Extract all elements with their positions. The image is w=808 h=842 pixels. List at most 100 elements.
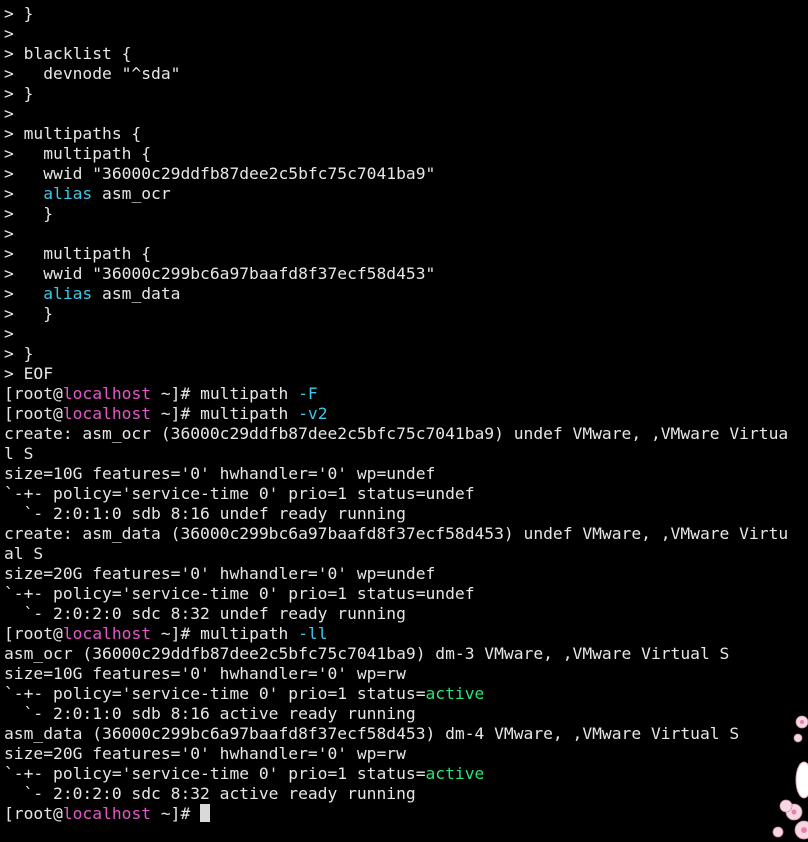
- terminal-text: asm_ocr (36000c29ddfb87dee2c5bfc75c7041b…: [4, 644, 730, 663]
- terminal-text: ~]# multipath: [151, 624, 299, 643]
- terminal-line: > multipaths {: [4, 124, 804, 144]
- terminal-text: al S: [4, 544, 44, 563]
- terminal-text: > }: [4, 304, 54, 323]
- terminal-text: size=10G features='0' hwhandler='0' wp=r…: [4, 664, 406, 683]
- terminal-text: `-+- policy='service-time 0' prio=1 stat…: [4, 684, 426, 703]
- terminal-text: `- 2:0:1:0 sdb 8:16 undef ready running: [4, 504, 406, 523]
- terminal-text: >: [4, 104, 14, 123]
- terminal-line: `-+- policy='service-time 0' prio=1 stat…: [4, 484, 804, 504]
- terminal-text: > }: [4, 84, 34, 103]
- terminal-line: >: [4, 104, 804, 124]
- terminal-text: [root@: [4, 404, 63, 423]
- terminal-line: > devnode "^sda": [4, 64, 804, 84]
- terminal-line: [root@localhost ~]# multipath -ll: [4, 624, 804, 644]
- terminal-line: > wwid "36000c299bc6a97baafd8f37ecf58d45…: [4, 264, 804, 284]
- terminal-text: >: [4, 324, 14, 343]
- terminal-output[interactable]: > } > > blacklist {> devnode "^sda" > } > > m…: [4, 4, 804, 838]
- terminal-line: [root@localhost ~]# multipath -F: [4, 384, 804, 404]
- terminal-text: `-+- policy='service-time 0' prio=1 stat…: [4, 764, 426, 783]
- terminal-text: asm_ocr: [92, 184, 171, 203]
- terminal-line: `-+- policy='service-time 0' prio=1 stat…: [4, 584, 804, 604]
- terminal-text: > wwid "36000c299bc6a97baafd8f37ecf58d45…: [4, 264, 436, 283]
- terminal-line: > EOF: [4, 364, 804, 384]
- command-flag: -ll: [298, 624, 328, 643]
- terminal-text: >: [4, 224, 14, 243]
- terminal-line: > wwid "36000c29ddfb87dee2c5bfc75c7041ba…: [4, 164, 804, 184]
- terminal-line: > }: [4, 344, 804, 364]
- terminal-text: > multipaths {: [4, 124, 142, 143]
- terminal-line: > blacklist {: [4, 44, 804, 64]
- terminal-line: >: [4, 24, 804, 44]
- terminal-line: `-+- policy='service-time 0' prio=1 stat…: [4, 684, 804, 704]
- terminal-line: > multipath {: [4, 144, 804, 164]
- terminal-text: asm_data (36000c299bc6a97baafd8f37ecf58d…: [4, 724, 740, 743]
- terminal-line: > }: [4, 304, 804, 324]
- prompt-hostname: localhost: [62, 804, 152, 823]
- terminal-text: asm_data: [92, 284, 181, 303]
- terminal-text: > }: [4, 344, 34, 363]
- terminal-line: size=20G features='0' hwhandler='0' wp=r…: [4, 744, 804, 764]
- terminal-line: create: asm_data (36000c299bc6a97baafd8f…: [4, 524, 804, 544]
- terminal-line: `- 2:0:2:0 sdc 8:32 active ready running: [4, 784, 804, 804]
- terminal-line: asm_data (36000c299bc6a97baafd8f37ecf58d…: [4, 724, 804, 744]
- terminal-text: > devnode "^sda": [4, 64, 181, 83]
- terminal-line: > alias asm_data: [4, 284, 804, 304]
- terminal-text: create: asm_ocr (36000c29ddfb87dee2c5bfc…: [4, 424, 789, 443]
- terminal-text: > }: [4, 4, 34, 23]
- terminal-line: create: asm_ocr (36000c29ddfb87dee2c5bfc…: [4, 424, 804, 444]
- terminal-text: `- 2:0:1:0 sdb 8:16 active ready running: [4, 704, 416, 723]
- terminal-text: >: [4, 184, 44, 203]
- terminal-line: [root@localhost ~]# multipath -v2: [4, 404, 804, 424]
- terminal-line: `- 2:0:2:0 sdc 8:32 undef ready running: [4, 604, 804, 624]
- terminal-text: size=20G features='0' hwhandler='0' wp=u…: [4, 564, 436, 583]
- prompt-hostname: localhost: [62, 404, 152, 423]
- terminal-text: > multipath {: [4, 144, 152, 163]
- prompt-hostname: localhost: [62, 384, 152, 403]
- terminal-text: > wwid "36000c29ddfb87dee2c5bfc75c7041ba…: [4, 164, 436, 183]
- terminal-text: [root@: [4, 624, 63, 643]
- block-cursor-icon[interactable]: [200, 804, 211, 822]
- status-active-text: active: [425, 684, 485, 703]
- terminal-line: > alias asm_ocr: [4, 184, 804, 204]
- terminal-text: `- 2:0:2:0 sdc 8:32 active ready running: [4, 784, 416, 803]
- terminal-line: size=20G features='0' hwhandler='0' wp=u…: [4, 564, 804, 584]
- terminal-text: >: [4, 284, 44, 303]
- config-keyword: alias: [43, 184, 93, 203]
- terminal-line: > }: [4, 4, 804, 24]
- terminal-line: `- 2:0:1:0 sdb 8:16 undef ready running: [4, 504, 804, 524]
- terminal-line: >: [4, 324, 804, 344]
- terminal-text: `-+- policy='service-time 0' prio=1 stat…: [4, 584, 475, 603]
- terminal-text: > }: [4, 204, 54, 223]
- terminal-text: create: asm_data (36000c299bc6a97baafd8f…: [4, 524, 789, 543]
- terminal-text: ~]# multipath: [151, 384, 299, 403]
- terminal-text: `-+- policy='service-time 0' prio=1 stat…: [4, 484, 475, 503]
- terminal-text: > EOF: [4, 364, 54, 383]
- terminal-line: >: [4, 224, 804, 244]
- terminal-line: size=10G features='0' hwhandler='0' wp=u…: [4, 464, 804, 484]
- terminal-text: [root@: [4, 384, 63, 403]
- prompt-hostname: localhost: [62, 624, 152, 643]
- terminal-text: size=10G features='0' hwhandler='0' wp=u…: [4, 464, 436, 483]
- terminal-text: `- 2:0:2:0 sdc 8:32 undef ready running: [4, 604, 406, 623]
- terminal-text: ~]# multipath: [151, 404, 299, 423]
- terminal-line: al S: [4, 544, 804, 564]
- terminal-line: l S: [4, 444, 804, 464]
- terminal-line: > }: [4, 204, 804, 224]
- terminal-line: `- 2:0:1:0 sdb 8:16 active ready running: [4, 704, 804, 724]
- terminal-text: l S: [4, 444, 34, 463]
- terminal-text: [root@: [4, 804, 63, 823]
- terminal-text: > blacklist {: [4, 44, 132, 63]
- terminal-line: > }: [4, 84, 804, 104]
- status-active-text: active: [425, 764, 485, 783]
- terminal-text: >: [4, 24, 14, 43]
- terminal-text: ~]#: [151, 804, 201, 823]
- terminal-line: asm_ocr (36000c29ddfb87dee2c5bfc75c7041b…: [4, 644, 804, 664]
- command-flag: -v2: [298, 404, 328, 423]
- terminal-line: `-+- policy='service-time 0' prio=1 stat…: [4, 764, 804, 784]
- terminal-line: size=10G features='0' hwhandler='0' wp=r…: [4, 664, 804, 684]
- terminal-line: [root@localhost ~]#: [4, 804, 804, 824]
- terminal-line: > multipath {: [4, 244, 804, 264]
- flower-wallpaper-icon: [772, 715, 808, 840]
- terminal-text: size=20G features='0' hwhandler='0' wp=r…: [4, 744, 406, 763]
- terminal-text: > multipath {: [4, 244, 152, 263]
